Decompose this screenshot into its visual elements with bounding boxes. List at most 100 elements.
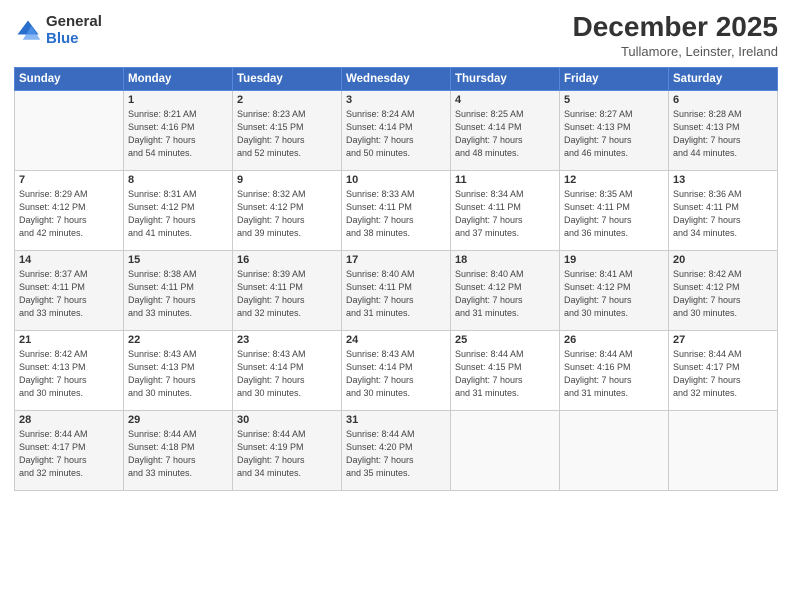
calendar-cell: 18Sunrise: 8:40 AMSunset: 4:12 PMDayligh… <box>451 250 560 330</box>
day-number: 10 <box>346 174 446 186</box>
cell-content: Sunrise: 8:23 AMSunset: 4:15 PMDaylight:… <box>237 108 337 160</box>
cell-content: Sunrise: 8:29 AMSunset: 4:12 PMDaylight:… <box>19 188 119 240</box>
calendar-cell: 7 Sunrise: 8:29 AMSunset: 4:12 PMDaylight… <box>15 170 124 250</box>
title-block: December 2025 Tullamore, Leinster, Irela… <box>573 10 778 59</box>
calendar-cell <box>560 410 669 490</box>
calendar-cell: 1 Sunrise: 8:21 AMSunset: 4:16 PMDaylight… <box>124 90 233 170</box>
calendar-cell: 20 Sunrise: 8:42 AMSunset: 4:12 PMDayligh… <box>669 250 778 330</box>
calendar-cell <box>15 90 124 170</box>
day-number: 8 <box>128 174 228 186</box>
header-row: SundayMondayTuesdayWednesdayThursdayFrid… <box>15 67 778 90</box>
day-number: 30 <box>237 414 337 426</box>
day-number: 2 <box>237 94 337 106</box>
cell-content: Sunrise: 8:43 AMSunset: 4:13 PMDaylight:… <box>128 348 228 400</box>
calendar-cell: 3 Sunrise: 8:24 AMSunset: 4:14 PMDaylight… <box>342 90 451 170</box>
day-number: 25 <box>455 334 555 346</box>
calendar-cell: 6 Sunrise: 8:28 AMSunset: 4:13 PMDaylight… <box>669 90 778 170</box>
col-header-wednesday: Wednesday <box>342 67 451 90</box>
calendar-cell: 8 Sunrise: 8:31 AMSunset: 4:12 PMDaylight… <box>124 170 233 250</box>
logo-text: General Blue <box>46 14 102 47</box>
calendar-cell: 23Sunrise: 8:43 AMSunset: 4:14 PMDayligh… <box>233 330 342 410</box>
day-number: 3 <box>346 94 446 106</box>
calendar-cell: 15 Sunrise: 8:38 AMSunset: 4:11 PMDayligh… <box>124 250 233 330</box>
calendar-cell: 10 Sunrise: 8:33 AMSunset: 4:11 PMDayligh… <box>342 170 451 250</box>
day-number: 18 <box>455 254 555 266</box>
calendar-cell: 17 Sunrise: 8:40 AMSunset: 4:11 PMDayligh… <box>342 250 451 330</box>
logo: General Blue <box>14 14 102 47</box>
calendar-cell: 25 Sunrise: 8:44 AMSunset: 4:15 PMDayligh… <box>451 330 560 410</box>
day-number: 24 <box>346 334 446 346</box>
calendar-week-3: 21Sunrise: 8:42 AMSunset: 4:13 PMDayligh… <box>15 330 778 410</box>
cell-content: Sunrise: 8:25 AMSunset: 4:14 PMDaylight:… <box>455 108 555 160</box>
day-number: 7 <box>19 174 119 186</box>
cell-content: Sunrise: 8:44 AMSunset: 4:17 PMDaylight:… <box>19 428 119 480</box>
header: General Blue December 2025 Tullamore, Le… <box>14 10 778 59</box>
month-title: December 2025 <box>573 10 778 44</box>
calendar-cell <box>669 410 778 490</box>
day-number: 29 <box>128 414 228 426</box>
day-number: 26 <box>564 334 664 346</box>
calendar-week-1: 7 Sunrise: 8:29 AMSunset: 4:12 PMDaylight… <box>15 170 778 250</box>
day-number: 4 <box>455 94 555 106</box>
calendar-cell: 30 Sunrise: 8:44 AMSunset: 4:19 PMDayligh… <box>233 410 342 490</box>
cell-content: Sunrise: 8:21 AMSunset: 4:16 PMDaylight:… <box>128 108 228 160</box>
calendar-week-2: 14 Sunrise: 8:37 AMSunset: 4:11 PMDayligh… <box>15 250 778 330</box>
calendar-cell: 4 Sunrise: 8:25 AMSunset: 4:14 PMDaylight… <box>451 90 560 170</box>
day-number: 14 <box>19 254 119 266</box>
calendar-cell: 27 Sunrise: 8:44 AMSunset: 4:17 PMDayligh… <box>669 330 778 410</box>
calendar-cell: 28 Sunrise: 8:44 AMSunset: 4:17 PMDayligh… <box>15 410 124 490</box>
day-number: 12 <box>564 174 664 186</box>
day-number: 9 <box>237 174 337 186</box>
calendar-cell: 13 Sunrise: 8:36 AMSunset: 4:11 PMDayligh… <box>669 170 778 250</box>
cell-content: Sunrise: 8:24 AMSunset: 4:14 PMDaylight:… <box>346 108 446 160</box>
day-number: 22 <box>128 334 228 346</box>
cell-content: Sunrise: 8:41 AMSunset: 4:12 PMDaylight:… <box>564 268 664 320</box>
logo-general-label: General <box>46 14 102 31</box>
calendar-cell: 21Sunrise: 8:42 AMSunset: 4:13 PMDayligh… <box>15 330 124 410</box>
logo-blue-label: Blue <box>46 31 102 48</box>
cell-content: Sunrise: 8:44 AMSunset: 4:17 PMDaylight:… <box>673 348 773 400</box>
cell-content: Sunrise: 8:44 AMSunset: 4:20 PMDaylight:… <box>346 428 446 480</box>
cell-content: Sunrise: 8:43 AMSunset: 4:14 PMDaylight:… <box>346 348 446 400</box>
day-number: 6 <box>673 94 773 106</box>
calendar-cell: 11Sunrise: 8:34 AMSunset: 4:11 PMDayligh… <box>451 170 560 250</box>
cell-content: Sunrise: 8:43 AMSunset: 4:14 PMDaylight:… <box>237 348 337 400</box>
cell-content: Sunrise: 8:38 AMSunset: 4:11 PMDaylight:… <box>128 268 228 320</box>
col-header-tuesday: Tuesday <box>233 67 342 90</box>
cell-content: Sunrise: 8:37 AMSunset: 4:11 PMDaylight:… <box>19 268 119 320</box>
cell-content: Sunrise: 8:28 AMSunset: 4:13 PMDaylight:… <box>673 108 773 160</box>
day-number: 28 <box>19 414 119 426</box>
calendar-cell: 14 Sunrise: 8:37 AMSunset: 4:11 PMDayligh… <box>15 250 124 330</box>
logo-icon <box>14 17 42 45</box>
cell-content: Sunrise: 8:36 AMSunset: 4:11 PMDaylight:… <box>673 188 773 240</box>
calendar-cell: 12Sunrise: 8:35 AMSunset: 4:11 PMDayligh… <box>560 170 669 250</box>
cell-content: Sunrise: 8:32 AMSunset: 4:12 PMDaylight:… <box>237 188 337 240</box>
day-number: 20 <box>673 254 773 266</box>
cell-content: Sunrise: 8:44 AMSunset: 4:18 PMDaylight:… <box>128 428 228 480</box>
col-header-monday: Monday <box>124 67 233 90</box>
cell-content: Sunrise: 8:44 AMSunset: 4:15 PMDaylight:… <box>455 348 555 400</box>
day-number: 5 <box>564 94 664 106</box>
cell-content: Sunrise: 8:33 AMSunset: 4:11 PMDaylight:… <box>346 188 446 240</box>
col-header-saturday: Saturday <box>669 67 778 90</box>
day-number: 27 <box>673 334 773 346</box>
day-number: 13 <box>673 174 773 186</box>
cell-content: Sunrise: 8:42 AMSunset: 4:13 PMDaylight:… <box>19 348 119 400</box>
day-number: 1 <box>128 94 228 106</box>
cell-content: Sunrise: 8:44 AMSunset: 4:16 PMDaylight:… <box>564 348 664 400</box>
cell-content: Sunrise: 8:40 AMSunset: 4:11 PMDaylight:… <box>346 268 446 320</box>
calendar-cell: 29 Sunrise: 8:44 AMSunset: 4:18 PMDayligh… <box>124 410 233 490</box>
cell-content: Sunrise: 8:27 AMSunset: 4:13 PMDaylight:… <box>564 108 664 160</box>
calendar-cell <box>451 410 560 490</box>
calendar-cell: 24 Sunrise: 8:43 AMSunset: 4:14 PMDayligh… <box>342 330 451 410</box>
day-number: 15 <box>128 254 228 266</box>
cell-content: Sunrise: 8:44 AMSunset: 4:19 PMDaylight:… <box>237 428 337 480</box>
calendar-cell: 5 Sunrise: 8:27 AMSunset: 4:13 PMDaylight… <box>560 90 669 170</box>
col-header-friday: Friday <box>560 67 669 90</box>
day-number: 17 <box>346 254 446 266</box>
calendar-cell: 26 Sunrise: 8:44 AMSunset: 4:16 PMDayligh… <box>560 330 669 410</box>
calendar-cell: 19Sunrise: 8:41 AMSunset: 4:12 PMDayligh… <box>560 250 669 330</box>
cell-content: Sunrise: 8:42 AMSunset: 4:12 PMDaylight:… <box>673 268 773 320</box>
cell-content: Sunrise: 8:31 AMSunset: 4:12 PMDaylight:… <box>128 188 228 240</box>
col-header-sunday: Sunday <box>15 67 124 90</box>
